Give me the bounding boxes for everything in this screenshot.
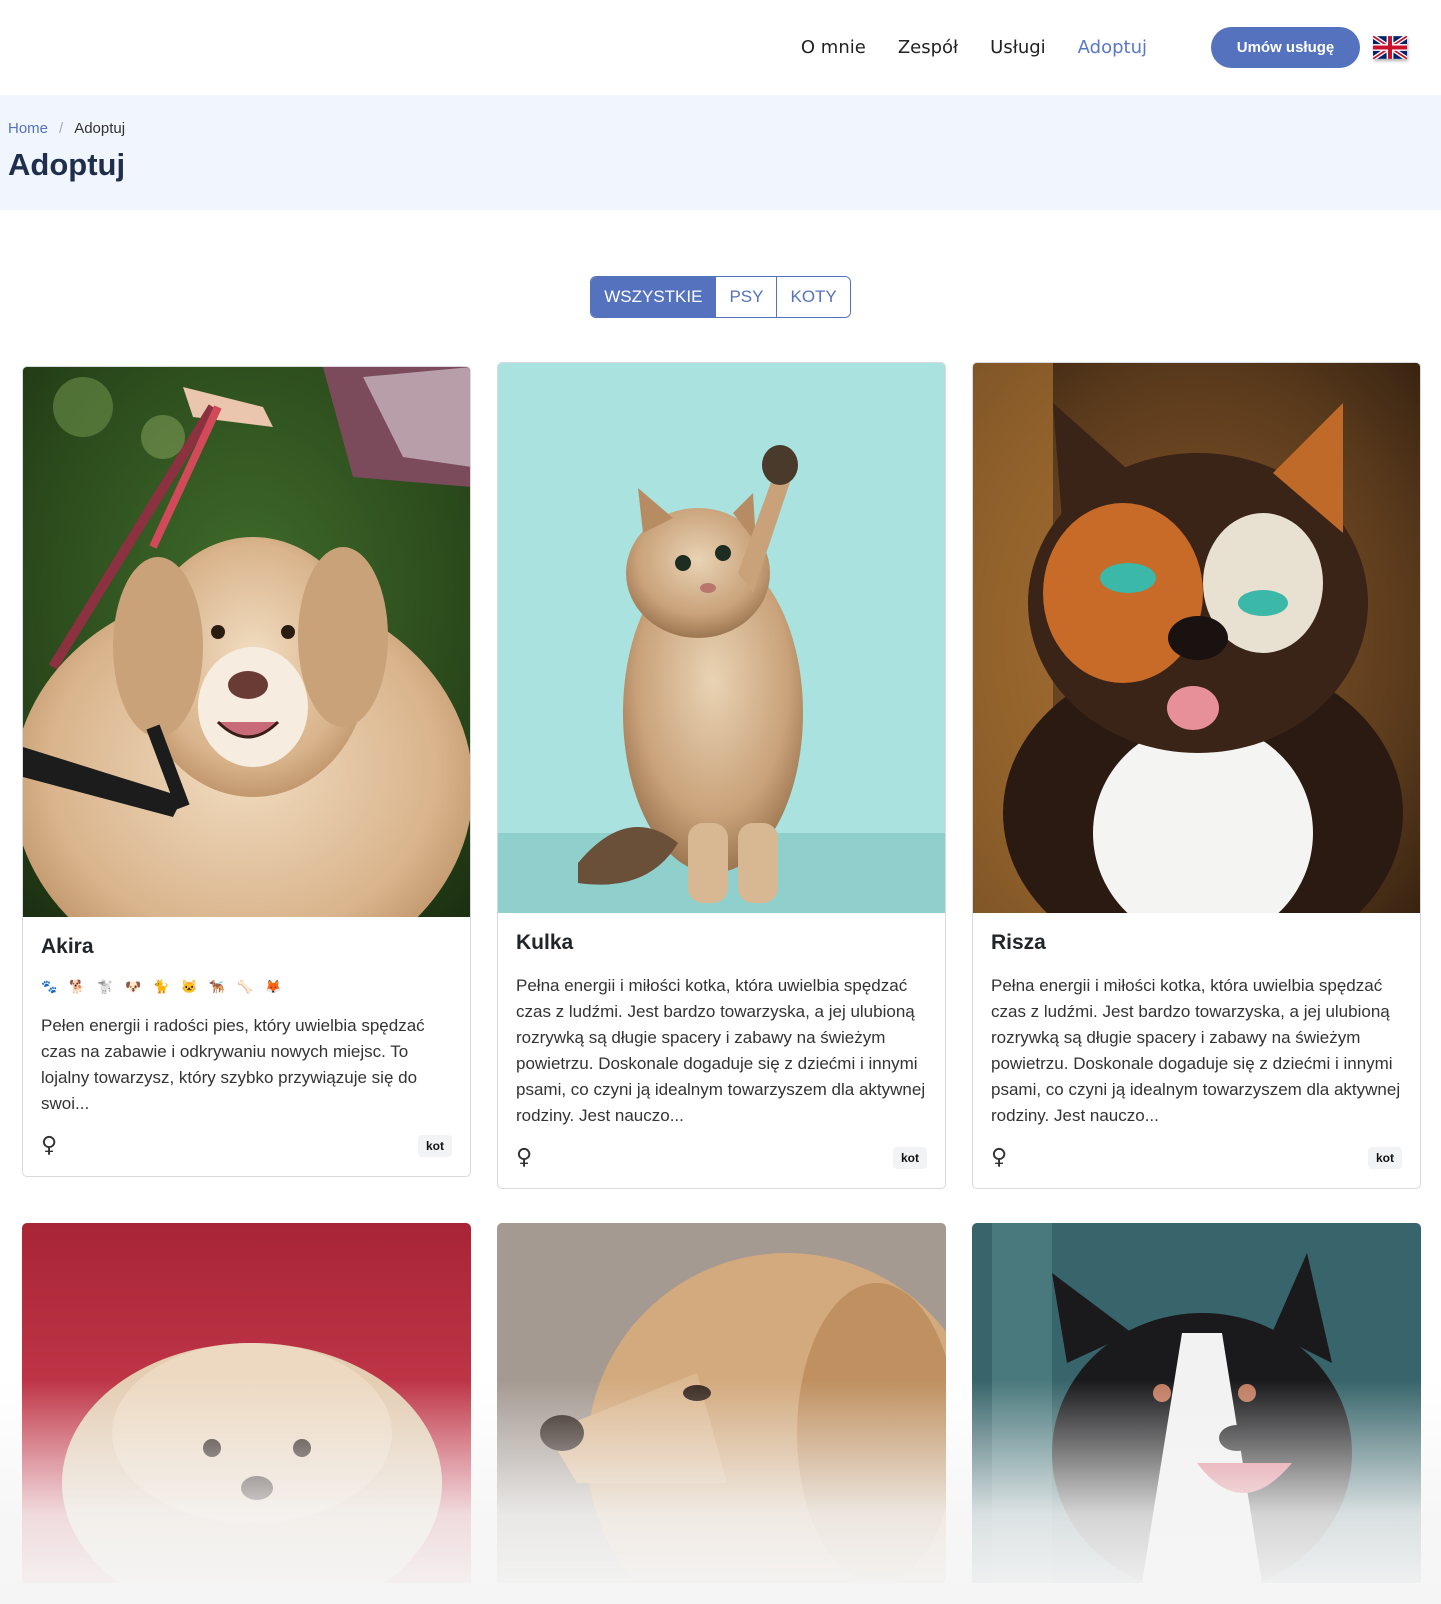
bone-icon: 🦴 <box>237 979 262 994</box>
trait-emoji-row: 🐾 🐕 🐩 🐶 🐈 🐱 🐕‍🦺 🦴 🦊 <box>41 979 452 995</box>
pet-card-body: Akira 🐾 🐕 🐩 🐶 🐈 🐱 🐕‍🦺 🦴 🦊 Pełen energii … <box>23 917 470 1117</box>
uk-flag-icon[interactable] <box>1373 36 1407 59</box>
female-icon: ♀ <box>516 1145 533 1170</box>
pet-photo-fluffy-dog[interactable] <box>22 1223 471 1583</box>
pet-description: Pełna energii i miłości kotka, która uwi… <box>991 976 1401 1125</box>
breadcrumb-current: Adoptuj <box>74 120 126 137</box>
cat-icon: 🐈 <box>153 979 178 994</box>
species-tag: kot <box>418 1134 452 1157</box>
breadcrumb-separator: / <box>59 120 64 137</box>
pet-card-body: Kulka Pełna energii i miłości kotka, któ… <box>498 913 945 1129</box>
pet-card-kulka[interactable]: Kulka Pełna energii i miłości kotka, któ… <box>497 362 946 1189</box>
paw-icon: 🐾 <box>41 979 66 994</box>
pet-card-footer: ♀ kot <box>23 1117 470 1176</box>
female-icon: ♀ <box>991 1145 1008 1170</box>
pet-photo-kulka[interactable] <box>498 363 945 913</box>
female-icon: ♀ <box>41 1133 58 1158</box>
breadcrumb: Home / Adoptuj <box>8 120 1433 137</box>
dog-face-icon: 🐶 <box>125 979 150 994</box>
nav-link-uslugi[interactable]: Usługi <box>974 37 1062 58</box>
pet-name: Risza <box>991 931 1046 954</box>
cat-face-icon: 🐱 <box>181 979 206 994</box>
breadcrumb-home[interactable]: Home <box>8 120 48 137</box>
pet-description: Pełna energii i miłości kotka, która uwi… <box>516 976 926 1125</box>
pet-card-akira[interactable]: Akira 🐾 🐕 🐩 🐶 🐈 🐱 🐕‍🦺 🦴 🦊 Pełen energii … <box>22 366 471 1177</box>
pet-card-body: Risza Pełna energii i miłości kotka, któ… <box>973 913 1420 1129</box>
nav-link-zespol[interactable]: Zespół <box>882 37 974 58</box>
page-header: Home / Adoptuj Adoptuj <box>0 95 1441 210</box>
filter-button-group: WSZYSTKIE PSY KOTY <box>590 276 851 318</box>
navbar: O mnie Zespół Usługi Adoptuj Umów usługę <box>0 0 1441 95</box>
pet-card-risza[interactable]: Risza Pełna energii i miłości kotka, któ… <box>972 362 1421 1189</box>
page-title: Adoptuj <box>8 147 126 182</box>
pet-card-footer: ♀ kot <box>973 1129 1420 1188</box>
filter-all-button[interactable]: WSZYSTKIE <box>591 277 716 317</box>
nav-link-adoptuj[interactable]: Adoptuj <box>1062 37 1163 58</box>
dog-icon: 🐕 <box>69 979 94 994</box>
filter-dogs-button[interactable]: PSY <box>715 277 777 317</box>
pet-photo-golden-dog[interactable] <box>497 1223 946 1583</box>
species-tag: kot <box>893 1146 927 1169</box>
pet-photo-risza[interactable] <box>973 363 1420 913</box>
filter-cats-button[interactable]: KOTY <box>776 277 850 317</box>
pet-description: Pełen energii i radości pies, który uwie… <box>41 1016 425 1113</box>
fox-icon: 🦊 <box>265 979 290 994</box>
nav-links: O mnie Zespół Usługi Adoptuj <box>785 37 1163 58</box>
filter-bar: WSZYSTKIE PSY KOTY <box>0 276 1441 318</box>
pet-card-footer: ♀ kot <box>498 1129 945 1188</box>
book-service-button[interactable]: Umów usługę <box>1211 27 1360 68</box>
pet-photo-border-collie[interactable] <box>972 1223 1421 1583</box>
pet-name: Kulka <box>516 931 574 954</box>
pet-name: Akira <box>41 935 94 958</box>
nav-link-o-mnie[interactable]: O mnie <box>785 37 882 58</box>
pet-photo-akira[interactable] <box>23 367 470 917</box>
species-tag: kot <box>1368 1146 1402 1169</box>
service-dog-icon: 🐕‍🦺 <box>209 979 234 994</box>
poodle-icon: 🐩 <box>97 979 122 994</box>
